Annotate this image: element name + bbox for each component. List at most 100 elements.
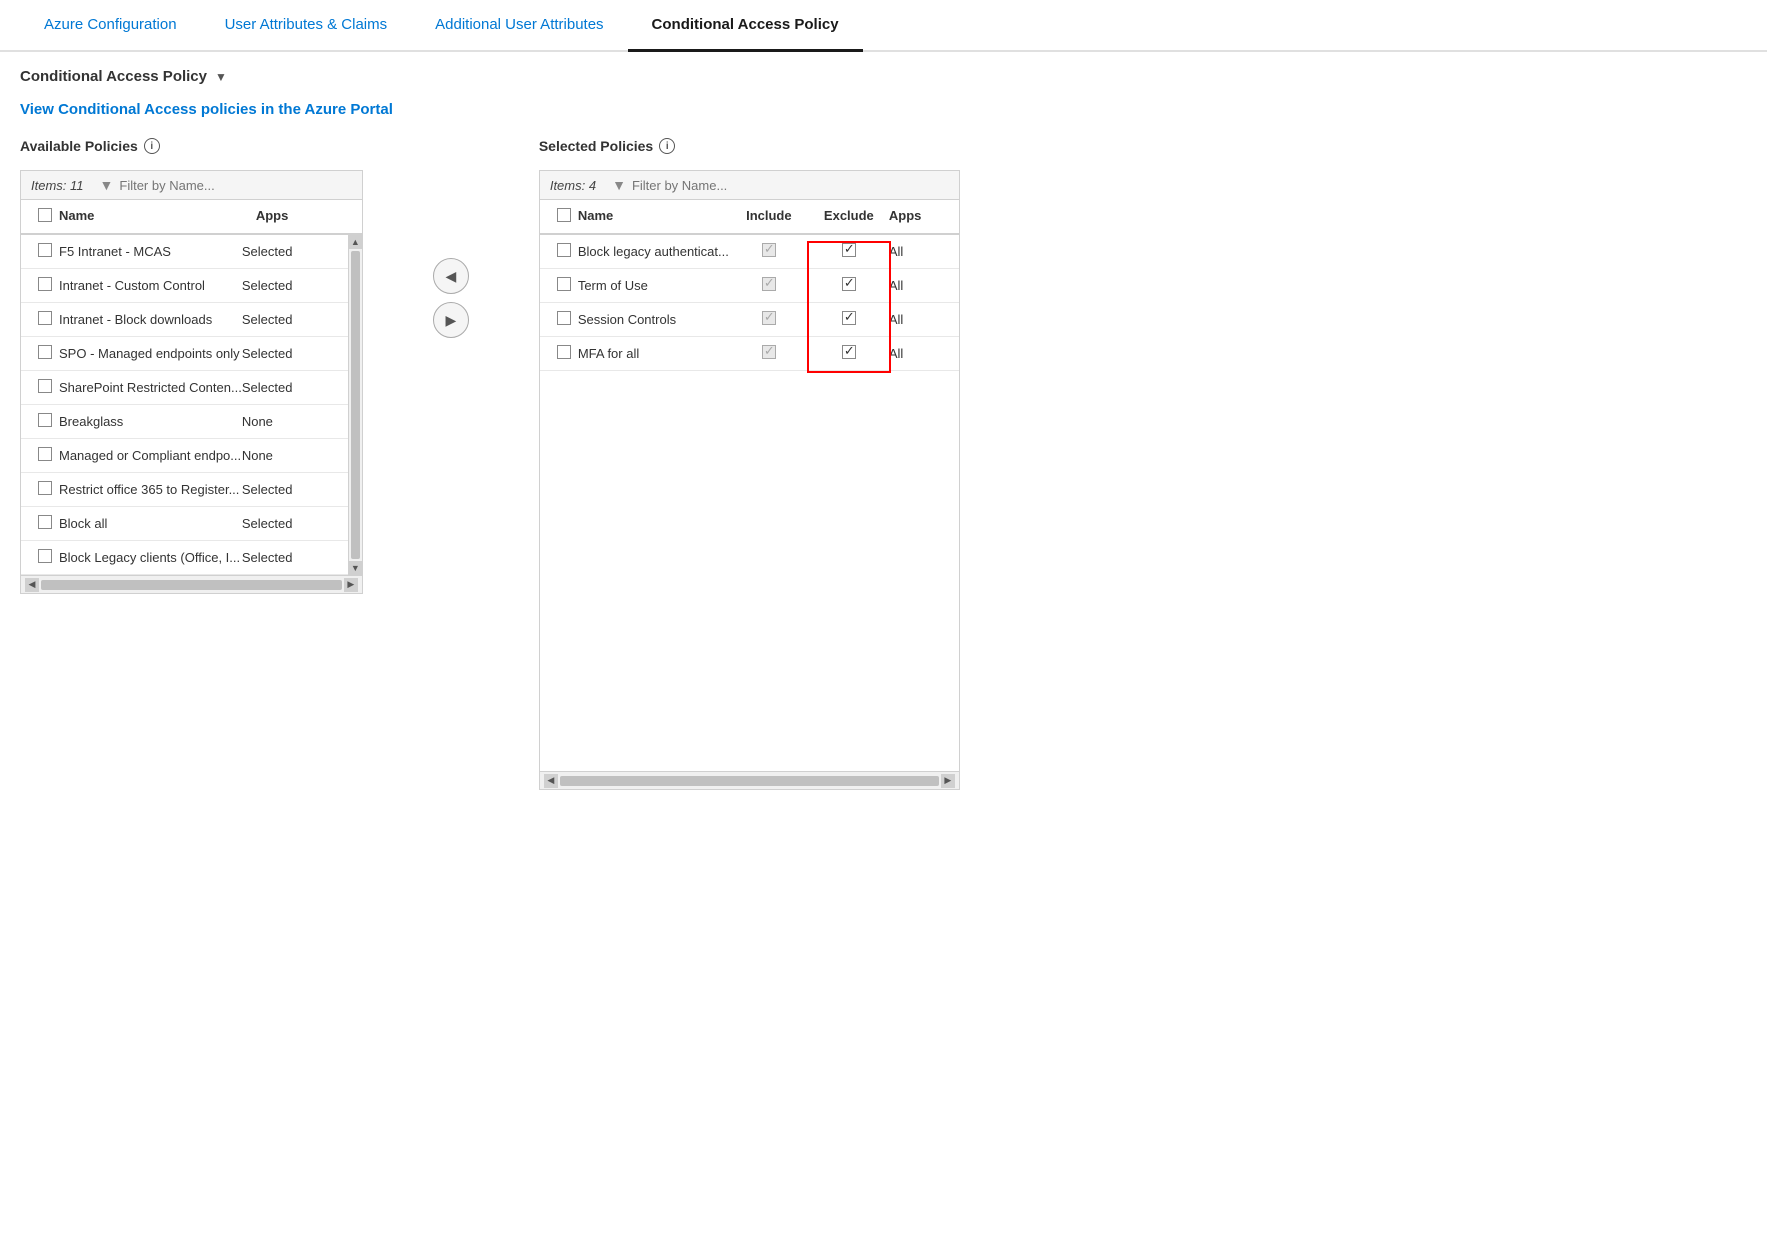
available-scroll-wrapper: F5 Intranet - MCAS Selected Intranet - C…: [21, 235, 362, 575]
dual-panel-container: Available Policies i Items: 11 ▼: [20, 138, 1747, 790]
selected-row-exclude-1[interactable]: [842, 243, 856, 257]
tab-azure-config[interactable]: Azure Configuration: [20, 0, 201, 52]
table-row: F5 Intranet - MCAS Selected: [21, 235, 348, 269]
row-name-6: Breakglass: [59, 414, 242, 429]
selected-empty-area: [540, 371, 959, 771]
row-name-9: Block all: [59, 516, 242, 531]
row-checkbox-6[interactable]: [38, 413, 52, 427]
row-apps-4: Selected: [242, 346, 322, 361]
tab-additional-attributes[interactable]: Additional User Attributes: [411, 0, 627, 52]
selected-table-header: Name Include Exclude Apps: [540, 200, 959, 235]
selected-toolbar: Items: 4 ▼: [540, 171, 959, 200]
selected-row-name-3: Session Controls: [578, 312, 729, 327]
row-apps-7: None: [242, 448, 322, 463]
selected-filter-input[interactable]: [632, 178, 949, 193]
selected-table-row: MFA for all All: [540, 337, 959, 371]
selected-row-checkbox-2[interactable]: [557, 277, 571, 291]
row-checkbox-7[interactable]: [38, 447, 52, 461]
available-header-checkbox[interactable]: [38, 208, 52, 222]
available-apps-col-header: Apps: [256, 208, 336, 225]
available-policies-panel: Items: 11 ▼ Name Apps: [20, 170, 363, 594]
selected-horizontal-scrollbar: ◀ ▶: [540, 771, 959, 789]
section-title-dropdown-icon[interactable]: ▼: [215, 70, 227, 84]
selected-h-scroll-right-arrow[interactable]: ▶: [941, 774, 955, 788]
row-apps-5: Selected: [242, 380, 322, 395]
selected-row-checkbox-4[interactable]: [557, 345, 571, 359]
transfer-right-button[interactable]: ▶: [433, 302, 469, 338]
scroll-up-arrow[interactable]: ▲: [349, 235, 362, 249]
row-apps-1: Selected: [242, 244, 322, 259]
selected-row-include-2[interactable]: [762, 277, 776, 291]
row-checkbox-5[interactable]: [38, 379, 52, 393]
row-checkbox-9[interactable]: [38, 515, 52, 529]
row-name-7: Managed or Compliant endpo...: [59, 448, 242, 463]
transfer-left-button[interactable]: ◀: [433, 258, 469, 294]
h-scroll-track-available[interactable]: [41, 580, 342, 590]
selected-policies-panel: Items: 4 ▼ Name Include Exclude Apps: [539, 170, 960, 790]
available-rows-container: F5 Intranet - MCAS Selected Intranet - C…: [21, 235, 348, 575]
selected-row-include-4[interactable]: [762, 345, 776, 359]
h-scroll-track-selected[interactable]: [560, 776, 939, 786]
azure-portal-link[interactable]: View Conditional Access policies in the …: [20, 101, 393, 118]
page-content: Conditional Access Policy ▼ View Conditi…: [0, 52, 1767, 806]
row-apps-3: Selected: [242, 312, 322, 327]
row-name-2: Intranet - Custom Control: [59, 278, 242, 293]
row-checkbox-8[interactable]: [38, 481, 52, 495]
selected-row-apps-4: All: [889, 346, 949, 361]
available-select-all-checkbox[interactable]: [31, 208, 59, 225]
selected-include-col-header: Include: [729, 208, 809, 225]
row-name-8: Restrict office 365 to Register...: [59, 482, 242, 497]
table-row: SPO - Managed endpoints only Selected: [21, 337, 348, 371]
h-scroll-right-arrow[interactable]: ▶: [344, 578, 358, 592]
table-row: Intranet - Block downloads Selected: [21, 303, 348, 337]
section-title-bar: Conditional Access Policy ▼: [20, 68, 1747, 85]
h-scroll-left-arrow[interactable]: ◀: [25, 578, 39, 592]
row-apps-2: Selected: [242, 278, 322, 293]
table-row: SharePoint Restricted Conten... Selected: [21, 371, 348, 405]
available-filter-input[interactable]: [119, 178, 351, 193]
tab-user-attributes[interactable]: User Attributes & Claims: [201, 0, 412, 52]
selected-table-row: Session Controls All: [540, 303, 959, 337]
row-checkbox-2[interactable]: [38, 277, 52, 291]
available-table-header: Name Apps: [21, 200, 362, 235]
selected-row-exclude-3[interactable]: [842, 311, 856, 325]
available-policies-info-icon[interactable]: i: [144, 138, 160, 154]
scroll-down-arrow[interactable]: ▼: [349, 561, 362, 575]
selected-table-row: Term of Use All: [540, 269, 959, 303]
row-checkbox-1[interactable]: [38, 243, 52, 257]
selected-row-exclude-2[interactable]: [842, 277, 856, 291]
row-apps-10: Selected: [242, 550, 322, 565]
table-row: Breakglass None: [21, 405, 348, 439]
selected-h-scroll-left-arrow[interactable]: ◀: [544, 774, 558, 788]
tab-conditional-access[interactable]: Conditional Access Policy: [628, 0, 863, 52]
table-row: Restrict office 365 to Register... Selec…: [21, 473, 348, 507]
table-row: Block all Selected: [21, 507, 348, 541]
row-name-3: Intranet - Block downloads: [59, 312, 242, 327]
selected-row-apps-3: All: [889, 312, 949, 327]
selected-row-checkbox-3[interactable]: [557, 311, 571, 325]
selected-policies-wrapper: Selected Policies i Items: 4 ▼: [539, 138, 960, 790]
selected-row-include-3[interactable]: [762, 311, 776, 325]
selected-name-col-header: Name: [578, 208, 729, 225]
selected-select-all-checkbox[interactable]: [550, 208, 578, 225]
row-name-1: F5 Intranet - MCAS: [59, 244, 242, 259]
section-title-text: Conditional Access Policy: [20, 68, 207, 85]
selected-row-exclude-4[interactable]: [842, 345, 856, 359]
table-row: Managed or Compliant endpo... None: [21, 439, 348, 473]
selected-row-checkbox-1[interactable]: [557, 243, 571, 257]
table-row: Intranet - Custom Control Selected: [21, 269, 348, 303]
selected-row-name-1: Block legacy authenticat...: [578, 244, 729, 259]
selected-policies-info-icon[interactable]: i: [659, 138, 675, 154]
scroll-thumb[interactable]: [351, 251, 360, 559]
available-vertical-scrollbar[interactable]: ▲ ▼: [348, 235, 362, 575]
selected-row-include-1[interactable]: [762, 243, 776, 257]
row-checkbox-10[interactable]: [38, 549, 52, 563]
selected-filter-icon: ▼: [612, 177, 626, 193]
row-name-4: SPO - Managed endpoints only: [59, 346, 242, 361]
selected-row-apps-1: All: [889, 244, 949, 259]
selected-items-count: Items: 4: [550, 178, 596, 193]
row-checkbox-4[interactable]: [38, 345, 52, 359]
row-checkbox-3[interactable]: [38, 311, 52, 325]
selected-header-checkbox[interactable]: [557, 208, 571, 222]
selected-row-apps-2: All: [889, 278, 949, 293]
